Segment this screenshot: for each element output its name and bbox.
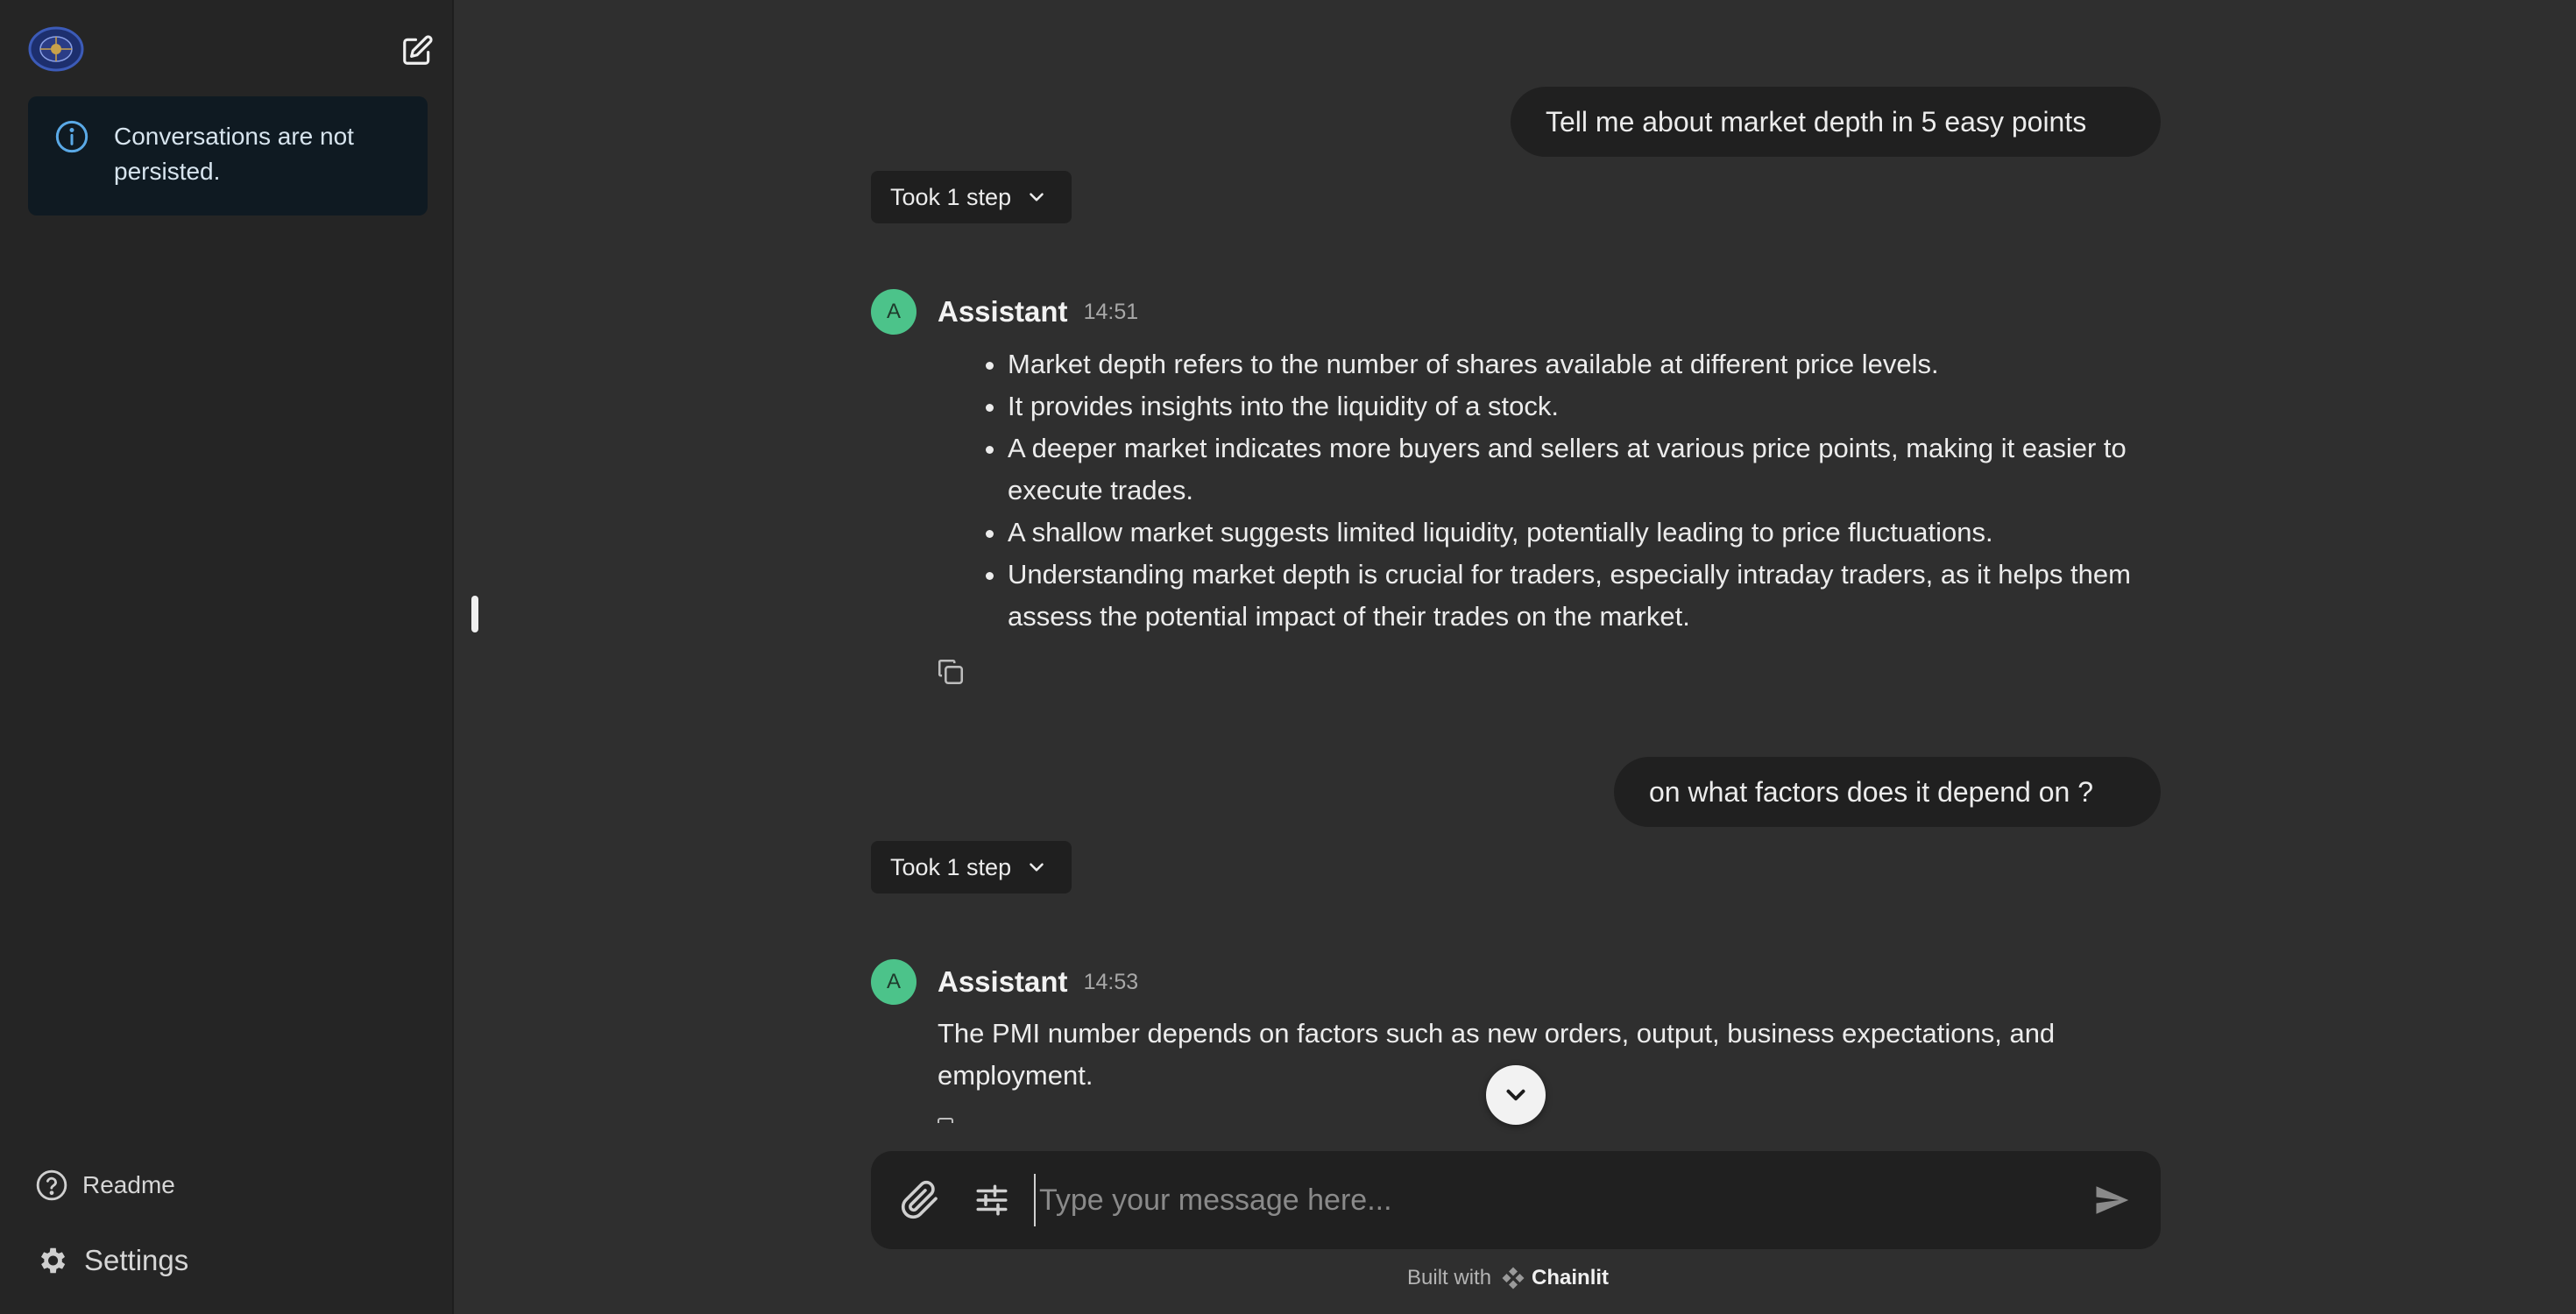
attach-file-button[interactable]: [895, 1176, 945, 1225]
message-timestamp: 14:51: [1083, 299, 1139, 324]
list-item: Understanding market depth is crucial fo…: [1008, 554, 2138, 638]
settings-button[interactable]: Settings: [35, 1244, 188, 1277]
list-item: Market depth refers to the number of sha…: [1008, 343, 2138, 385]
assistant-message-2-header: A Assistant 14:53: [871, 959, 1138, 1005]
assistant-message-1-header: A Assistant 14:51: [871, 289, 1138, 335]
message-input[interactable]: [1034, 1174, 2078, 1226]
chevron-down-icon: [1030, 863, 1044, 872]
sliders-icon: [976, 1184, 1008, 1216]
copy-button[interactable]: [936, 657, 966, 687]
user-message-1: Tell me about market depth in 5 easy poi…: [1511, 87, 2161, 157]
copy-icon: [938, 1118, 953, 1123]
message-composer: [871, 1151, 2161, 1249]
avatar: A: [871, 289, 916, 335]
avatar: A: [871, 959, 916, 1005]
chevron-down-icon: [1030, 193, 1044, 201]
footer: Built with Chainlit: [1407, 1265, 1609, 1291]
readme-label: Readme: [82, 1171, 175, 1198]
copy-button[interactable]: [936, 1118, 957, 1123]
send-button[interactable]: [2087, 1176, 2136, 1225]
new-chat-button[interactable]: [400, 33, 435, 68]
message-timestamp: 14:53: [1083, 969, 1139, 994]
readme-button[interactable]: Readme: [35, 1169, 175, 1202]
user-message-2: on what factors does it depend on ?: [1614, 757, 2161, 827]
built-with-text: Built with: [1407, 1266, 1492, 1289]
chevron-down-icon: [1506, 1089, 1525, 1101]
chainlit-logo-icon: [1502, 1267, 1525, 1289]
send-icon: [2096, 1186, 2129, 1214]
copy-icon: [938, 659, 964, 685]
author-name: Assistant: [938, 295, 1068, 328]
settings-label: Settings: [84, 1244, 189, 1276]
assistant-message-1-list: Market depth refers to the number of sha…: [973, 343, 2138, 638]
steps-label-2: Took 1 step: [890, 853, 1012, 880]
edit-icon: [403, 35, 433, 65]
sidebar: Conversations are not persisted. Readme …: [0, 0, 454, 1314]
author-name: Assistant: [938, 965, 1068, 998]
list-item: It provides insights into the liquidity …: [1008, 385, 2138, 427]
list-item: A shallow market suggests limited liquid…: [1008, 512, 2138, 554]
steps-toggle-2[interactable]: Took 1 step: [871, 841, 1072, 894]
chat-settings-button[interactable]: [967, 1176, 1016, 1225]
steps-toggle-1[interactable]: Took 1 step: [871, 171, 1072, 223]
info-icon: [55, 120, 88, 153]
user-message-2-text: on what factors does it depend on ?: [1649, 775, 2094, 808]
gear-icon: [40, 1247, 66, 1274]
list-item: A deeper market indicates more buyers an…: [1008, 427, 2138, 512]
steps-label-1: Took 1 step: [890, 183, 1012, 210]
scroll-to-bottom-button[interactable]: [1486, 1065, 1546, 1125]
help-circle-icon: [36, 1169, 67, 1201]
chainlit-link[interactable]: Chainlit: [1500, 1265, 1609, 1291]
notice-text: Conversations are not persisted.: [114, 123, 354, 185]
sidebar-resize-handle[interactable]: [471, 596, 478, 632]
brand-name: Chainlit: [1532, 1266, 1610, 1289]
persistence-notice: Conversations are not persisted.: [28, 96, 428, 215]
user-message-1-text: Tell me about market depth in 5 easy poi…: [1546, 105, 2087, 138]
paperclip-icon: [901, 1180, 938, 1219]
app-logo[interactable]: [28, 26, 84, 72]
